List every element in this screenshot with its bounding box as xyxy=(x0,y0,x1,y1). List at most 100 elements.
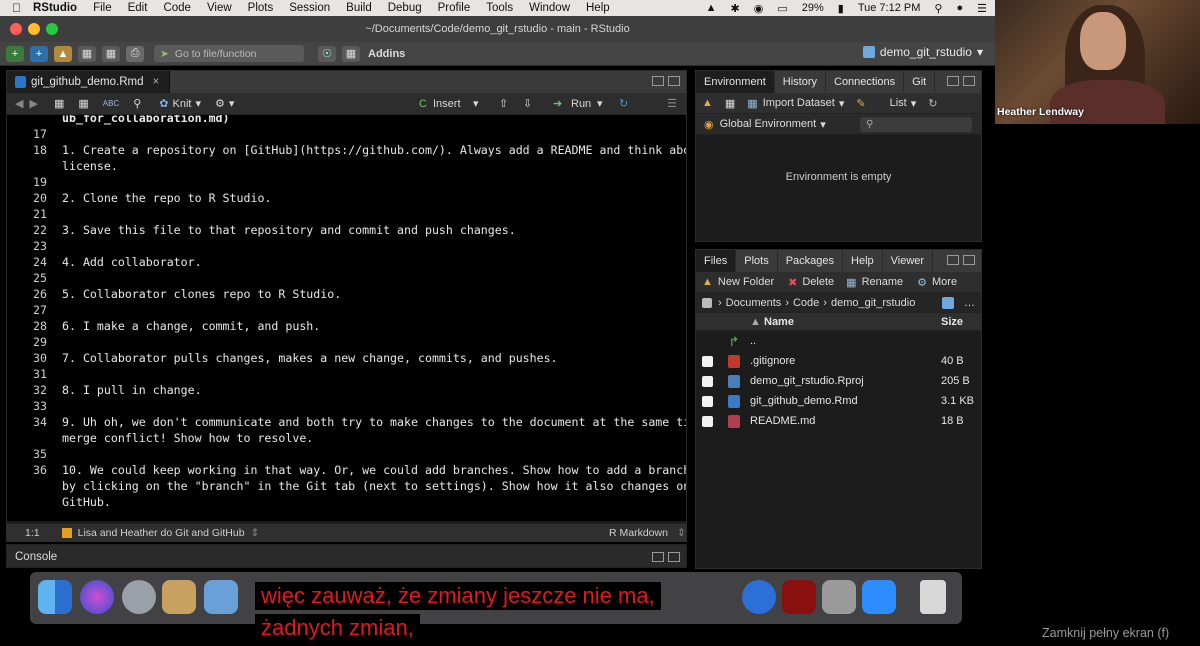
editor-tab[interactable]: git_github_demo.Rmd × xyxy=(7,71,171,93)
rename-button[interactable]: Rename xyxy=(862,276,904,288)
breadcrumb-code[interactable]: Code xyxy=(793,297,819,309)
video-participant-tile[interactable]: Heather Lendway xyxy=(995,0,1200,124)
delete-button[interactable]: Delete xyxy=(802,276,834,288)
rerun-icon[interactable]: ↻ xyxy=(619,97,628,110)
clock[interactable]: Tue 7:12 PM xyxy=(858,2,921,14)
import-dataset-button[interactable]: Import Dataset xyxy=(763,97,835,109)
mode-chevron-icon[interactable]: ⇕ xyxy=(677,527,686,539)
project-folder-icon[interactable] xyxy=(942,296,954,309)
menu-help[interactable]: Help xyxy=(586,2,610,14)
menu-window[interactable]: Window xyxy=(529,2,570,14)
home-icon[interactable] xyxy=(702,297,712,308)
section-chevron-icon[interactable]: ⇕ xyxy=(251,527,260,539)
exit-fullscreen-hint[interactable]: Zamknij pełny ekran (f) xyxy=(1042,626,1169,640)
maximize-pane-icon[interactable] xyxy=(668,76,680,86)
refresh-icon[interactable]: ↻ xyxy=(928,97,937,110)
addins-menu[interactable]: Addins xyxy=(368,48,405,60)
run-chevron-icon[interactable]: ▾ xyxy=(597,97,603,110)
knit-button[interactable]: Knit xyxy=(172,98,191,110)
warning-icon[interactable]: ▲ xyxy=(706,2,717,14)
file-row[interactable]: git_github_demo.Rmd 3.1 KB xyxy=(696,391,981,411)
archive-utility-icon[interactable] xyxy=(822,580,856,614)
project-menu[interactable]: demo_git_rstudio ▾ xyxy=(862,45,983,59)
flash-player-icon[interactable] xyxy=(782,580,816,614)
size-column-header[interactable]: Size xyxy=(941,316,963,328)
section-name[interactable]: Lisa and Heather do Git and GitHub xyxy=(78,527,245,539)
insert-chunk-icon[interactable]: C xyxy=(419,98,427,110)
file-row[interactable]: demo_git_rstudio.Rproj 205 B xyxy=(696,371,981,391)
insert-chevron-icon[interactable]: ▾ xyxy=(473,97,479,110)
scope-chevron-icon[interactable]: ▾ xyxy=(820,118,826,131)
tab-files[interactable]: Files xyxy=(696,250,737,272)
menu-tools[interactable]: Tools xyxy=(486,2,513,14)
show-in-window-icon[interactable]: ▦ xyxy=(54,97,64,110)
forward-icon[interactable]: ▶ xyxy=(29,97,37,110)
tab-help[interactable]: Help xyxy=(843,250,883,272)
bluetooth-icon[interactable]: ✱ xyxy=(731,2,740,15)
rename-icon[interactable]: ▦ xyxy=(846,276,856,289)
print-icon[interactable]: ⎙ xyxy=(126,45,144,62)
safari-icon[interactable] xyxy=(742,580,776,614)
tab-packages[interactable]: Packages xyxy=(778,250,844,272)
zoom-app-icon[interactable] xyxy=(862,580,896,614)
close-tab-icon[interactable]: × xyxy=(153,76,160,88)
spotlight-icon[interactable]: ⚲ xyxy=(934,2,942,15)
doc-mode[interactable]: R Markdown xyxy=(609,527,668,539)
trash-icon[interactable] xyxy=(920,580,946,614)
tab-viewer[interactable]: Viewer xyxy=(883,250,934,272)
menu-profile[interactable]: Profile xyxy=(438,2,471,14)
code-area[interactable]: ub_for_collaboration.md) 17 18 1. Create… xyxy=(7,115,686,521)
file-name-link[interactable]: git_github_demo.Rmd xyxy=(750,395,858,407)
gear-icon[interactable]: ⚙ xyxy=(917,276,927,289)
minimize-window-icon[interactable] xyxy=(28,23,40,35)
preview-icon[interactable] xyxy=(204,580,238,614)
menu-view[interactable]: View xyxy=(207,2,232,14)
tab-connections[interactable]: Connections xyxy=(826,71,905,93)
tab-git[interactable]: Git xyxy=(904,71,936,93)
finder-icon[interactable] xyxy=(38,580,72,614)
file-name-link[interactable]: demo_git_rstudio.Rproj xyxy=(750,375,864,387)
import-dataset-icon[interactable]: ▦ xyxy=(747,97,757,110)
more-button[interactable]: More xyxy=(932,276,957,288)
knit-icon[interactable]: ✿ xyxy=(159,97,168,110)
save-all-icon[interactable]: ▦ xyxy=(102,45,120,62)
maximize-files-icon[interactable] xyxy=(963,255,975,265)
menu-build[interactable]: Build xyxy=(346,2,372,14)
minimize-env-icon[interactable] xyxy=(947,76,959,86)
settings-chevron-icon[interactable]: ▾ xyxy=(229,97,235,110)
file-row[interactable]: .gitignore 40 B xyxy=(696,351,981,371)
save-doc-icon[interactable]: ▦ xyxy=(78,97,88,110)
menu-app-name[interactable]: RStudio xyxy=(33,2,77,14)
tab-history[interactable]: History xyxy=(775,71,826,93)
file-checkbox[interactable] xyxy=(702,355,713,367)
launchpad-icon[interactable] xyxy=(122,580,156,614)
new-folder-button[interactable]: New Folder xyxy=(718,276,774,288)
run-arrow-icon[interactable]: ➜ xyxy=(553,97,562,110)
menu-code[interactable]: Code xyxy=(163,2,191,14)
global-env-selector[interactable]: Global Environment xyxy=(720,118,817,130)
git-icon[interactable]: ☉ xyxy=(318,45,336,62)
parent-dir-link[interactable]: .. xyxy=(750,335,756,347)
new-folder-icon[interactable]: ▲ xyxy=(702,276,713,288)
save-workspace-icon[interactable]: ▦ xyxy=(725,97,735,110)
file-name-link[interactable]: README.md xyxy=(750,415,815,427)
menu-plots[interactable]: Plots xyxy=(248,2,274,14)
clear-broom-icon[interactable]: ✎ xyxy=(856,97,865,110)
restore-pane-icon[interactable] xyxy=(652,552,664,562)
file-name-link[interactable]: .gitignore xyxy=(750,355,795,367)
maximize-console-icon[interactable] xyxy=(668,552,680,562)
name-column-header[interactable]: Name xyxy=(764,316,794,328)
menu-edit[interactable]: Edit xyxy=(128,2,148,14)
battery-percent[interactable]: 29% xyxy=(802,2,824,14)
breadcrumb-project[interactable]: demo_git_rstudio xyxy=(831,297,915,309)
tab-environment[interactable]: Environment xyxy=(696,71,775,93)
file-checkbox[interactable] xyxy=(702,375,713,387)
apple-icon[interactable]:  xyxy=(12,1,21,15)
minimize-files-icon[interactable] xyxy=(947,255,959,265)
sort-arrow-icon[interactable]: ▲ xyxy=(750,316,761,328)
menu-file[interactable]: File xyxy=(93,2,112,14)
env-search-input[interactable]: ⚲ xyxy=(860,117,972,132)
notes-icon[interactable] xyxy=(162,580,196,614)
battery-icon[interactable]: ▮ xyxy=(838,2,844,15)
list-view-button[interactable]: List xyxy=(890,97,907,109)
